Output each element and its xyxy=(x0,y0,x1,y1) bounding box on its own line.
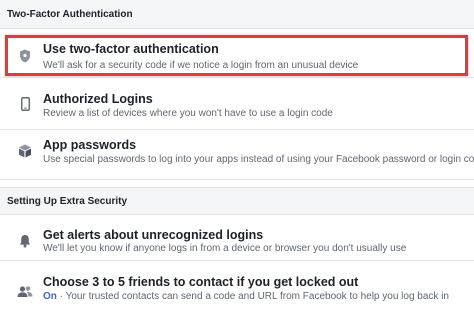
setting-title: Authorized Logins xyxy=(43,92,153,106)
friends-icon xyxy=(17,283,33,299)
setting-row-two-factor[interactable]: Use two-factor authentication We'll ask … xyxy=(0,33,474,78)
section-header-two-factor: Two-Factor Authentication xyxy=(0,0,474,29)
setting-description: Use special passwords to log into your a… xyxy=(43,154,474,165)
status-on-label: On xyxy=(43,291,57,302)
phone-icon xyxy=(17,96,33,112)
section-header-extra-security: Setting Up Extra Security xyxy=(0,187,474,215)
setting-description: We'll ask for a security code if we noti… xyxy=(43,60,359,71)
setting-row-authorized-logins[interactable]: Authorized Logins Review a list of devic… xyxy=(0,84,474,130)
cube-icon xyxy=(17,143,33,159)
setting-title: Choose 3 to 5 friends to contact if you … xyxy=(43,275,359,289)
setting-title: Use two-factor authentication xyxy=(43,42,219,56)
setting-row-login-alerts[interactable]: Get alerts about unrecognized logins We'… xyxy=(0,221,474,261)
setting-row-app-passwords[interactable]: App passwords Use special passwords to l… xyxy=(0,130,474,180)
setting-row-trusted-contacts[interactable]: Choose 3 to 5 friends to contact if you … xyxy=(0,266,474,312)
bell-icon xyxy=(17,233,33,249)
setting-description-text: · Your trusted contacts can send a code … xyxy=(56,291,449,302)
section-title: Two-Factor Authentication xyxy=(7,8,133,20)
setting-description: Review a list of devices where you won't… xyxy=(43,108,333,119)
setting-description: We'll let you know if anyone logs in fro… xyxy=(43,243,407,254)
shield-icon xyxy=(17,48,33,64)
setting-title: App passwords xyxy=(43,138,137,152)
setting-description: On · Your trusted contacts can send a co… xyxy=(43,291,449,302)
setting-title: Get alerts about unrecognized logins xyxy=(43,228,264,242)
section-title: Setting Up Extra Security xyxy=(7,195,128,207)
